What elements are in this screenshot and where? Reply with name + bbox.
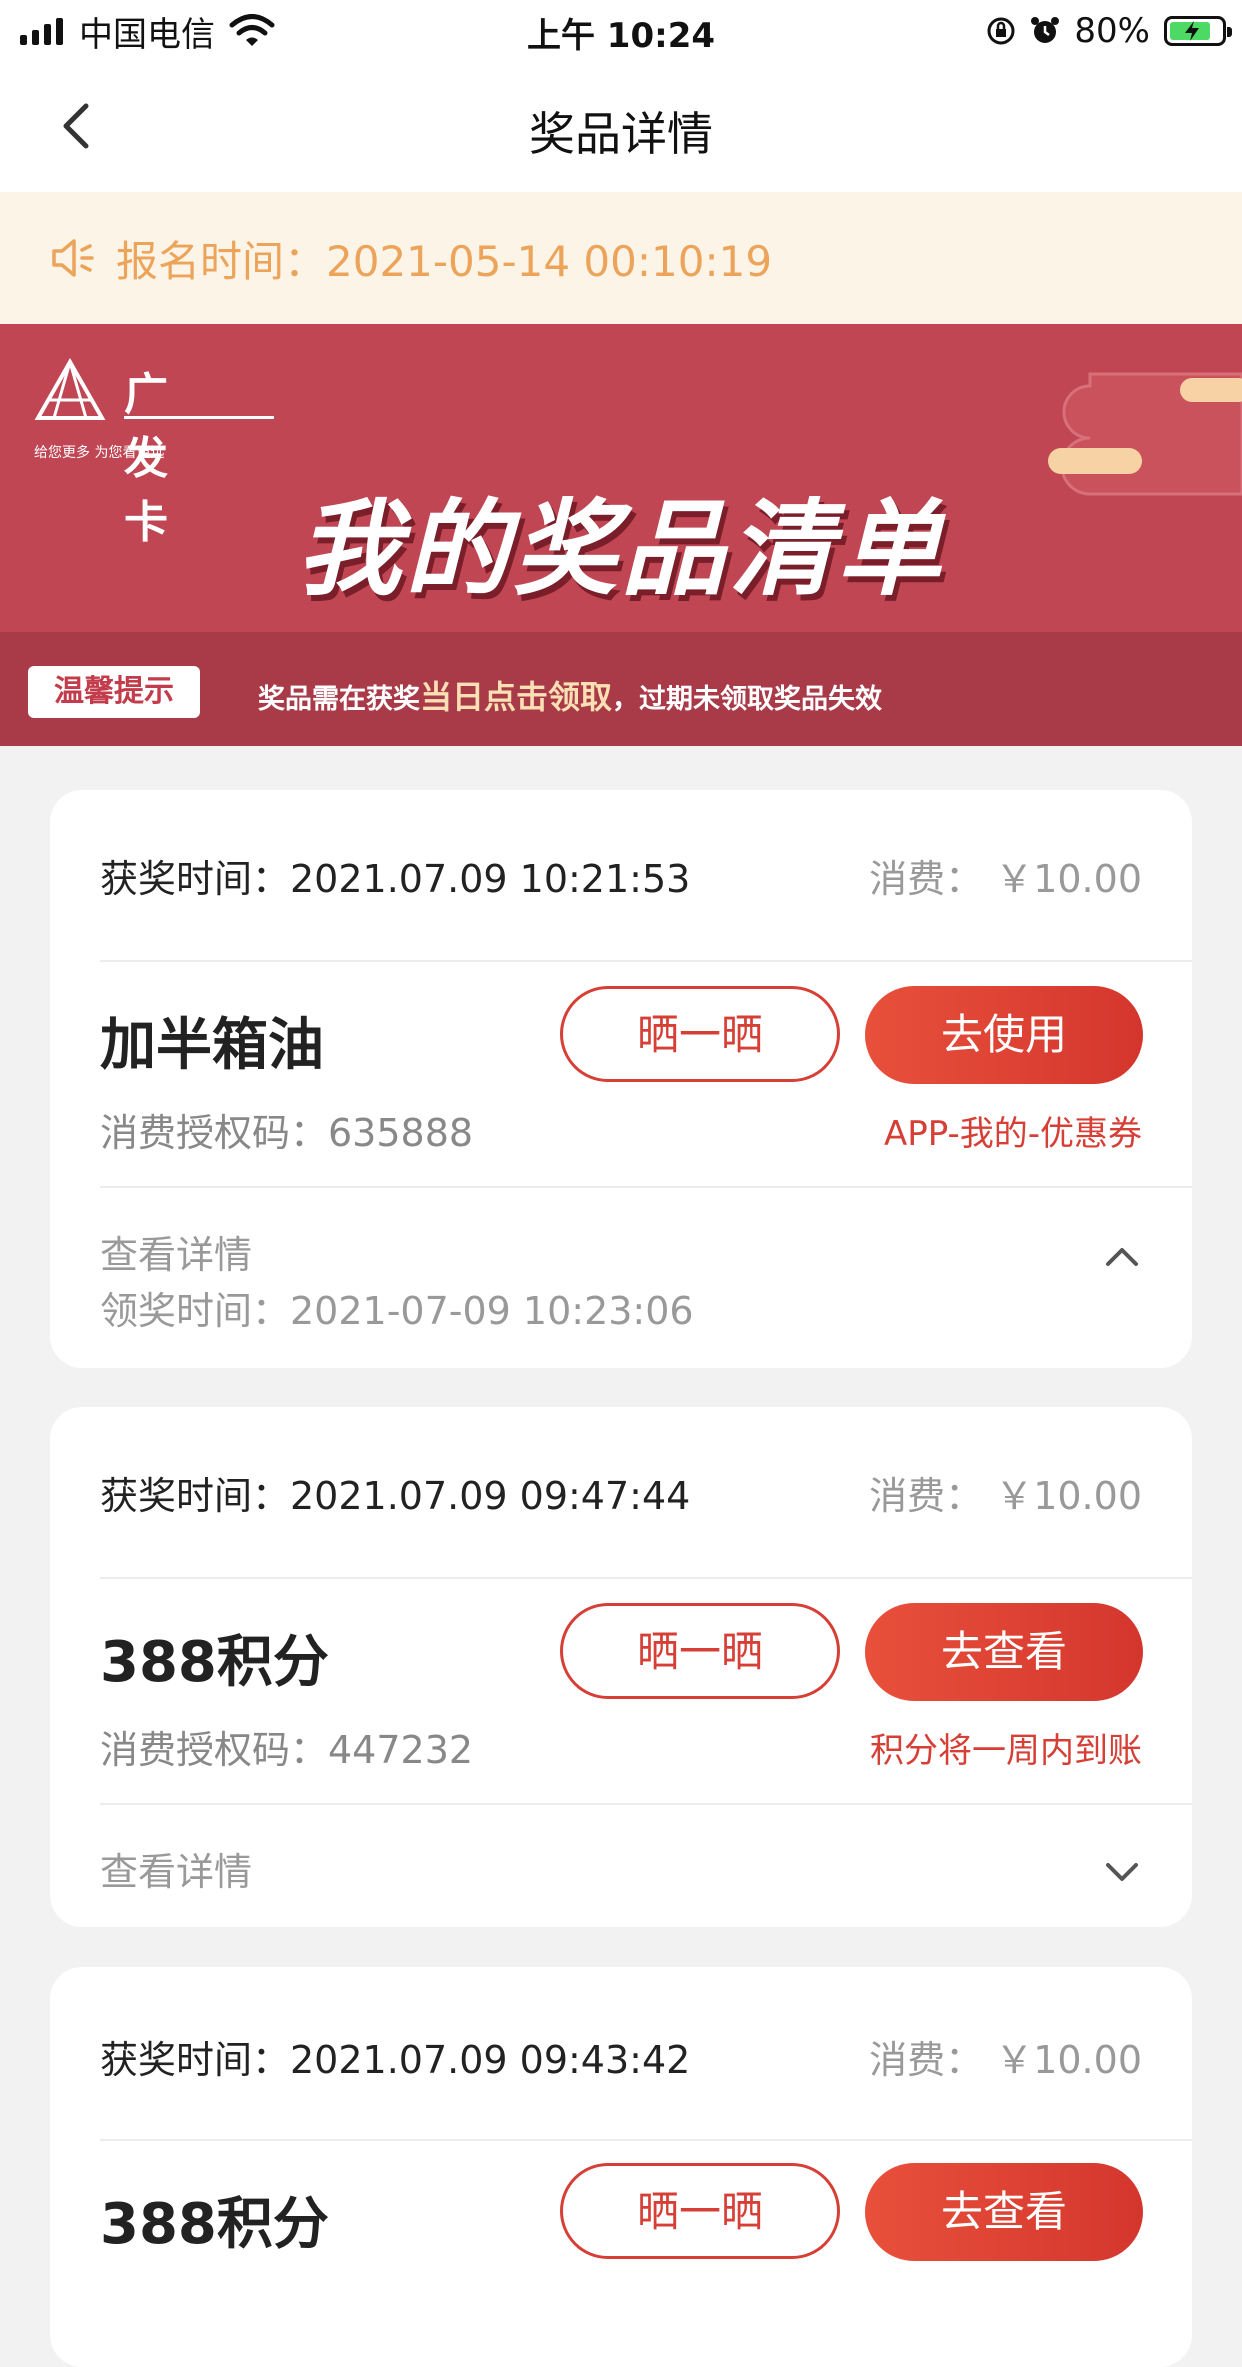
view-details-toggle[interactable]: 查看详情 (100, 1224, 252, 1279)
claim-time: 领奖时间：2021-07-09 10:23:06 (100, 1289, 694, 1333)
view-button[interactable]: 去查看 (865, 2163, 1143, 2261)
status-bar: 中国电信 上午 10:24 80% (0, 0, 1242, 62)
tip-suffix: ，过期未领取奖品失效 (612, 684, 883, 715)
tip-highlight: 当日点击领取 (420, 678, 613, 716)
prize-name: 加半箱油 (100, 1013, 324, 1078)
page-title: 奖品详情 (529, 107, 713, 161)
banner-title: 我的奖品清单 (296, 488, 945, 610)
battery-percent: 80% (1074, 11, 1150, 51)
tip-text: 奖品需在获奖当日点击领取，过期未领取奖品失效 (258, 672, 882, 718)
tip-badge: 温馨提示 (28, 666, 200, 718)
prize-hint: 积分将一周内到账 (870, 1731, 1142, 1771)
view-details-toggle[interactable]: 查看详情 (100, 1841, 252, 1896)
alarm-icon (1031, 17, 1060, 43)
logo-triangle-icon (34, 357, 106, 420)
battery-icon (1164, 16, 1232, 46)
share-button[interactable]: 晒一晒 (560, 986, 840, 1082)
prize-card: 获奖时间：2021.07.09 09:43:42 消费： ￥10.00 388积… (50, 1967, 1192, 2367)
share-button[interactable]: 晒一晒 (560, 1603, 840, 1699)
prize-hint: APP-我的-优惠券 (883, 1114, 1142, 1154)
prize-card: 获奖时间：2021.07.09 10:21:53 消费： ￥10.00 加半箱油… (50, 790, 1192, 1368)
win-time: 获奖时间：2021.07.09 09:47:44 (100, 1474, 691, 1518)
use-button[interactable]: 去使用 (865, 986, 1143, 1084)
prize-banner: 广发卡 给您更多 为您看更远 我的奖品清单 温馨提示 奖品需在获奖当日点击领取，… (0, 324, 1242, 746)
win-time: 获奖时间：2021.07.09 10:21:53 (100, 857, 691, 901)
auth-code: 消费授权码：635888 (100, 1111, 474, 1155)
share-button[interactable]: 晒一晒 (560, 2163, 840, 2259)
prize-name: 388积分 (100, 1630, 329, 1695)
notice-bar: 报名时间：2021-05-14 00:10:19 (0, 192, 1242, 324)
prize-card: 获奖时间：2021.07.09 09:47:44 消费： ￥10.00 388积… (50, 1407, 1192, 1927)
fee-amount: 消费： ￥10.00 (869, 857, 1142, 901)
auth-code: 消费授权码：447232 (100, 1728, 474, 1772)
orientation-lock-icon (987, 17, 1015, 45)
chevron-up-icon[interactable] (1102, 1236, 1142, 1276)
view-button[interactable]: 去查看 (865, 1603, 1143, 1701)
prize-name: 388积分 (100, 2192, 329, 2257)
nav-bar: 奖品详情 (0, 62, 1242, 192)
logo-slogan: 给您更多 为您看更远 (34, 445, 165, 461)
tip-prefix: 奖品需在获奖 (258, 684, 420, 715)
fee-amount: 消费： ￥10.00 (869, 1474, 1142, 1518)
chevron-down-icon[interactable] (1102, 1853, 1142, 1893)
bank-logo: 广发卡 给您更多 为您看更远 (34, 357, 274, 548)
fee-amount: 消费： ￥10.00 (869, 2038, 1142, 2082)
win-time: 获奖时间：2021.07.09 09:43:42 (100, 2038, 691, 2082)
speaker-icon (52, 239, 94, 277)
registration-time: 报名时间：2021-05-14 00:10:19 (116, 236, 773, 286)
